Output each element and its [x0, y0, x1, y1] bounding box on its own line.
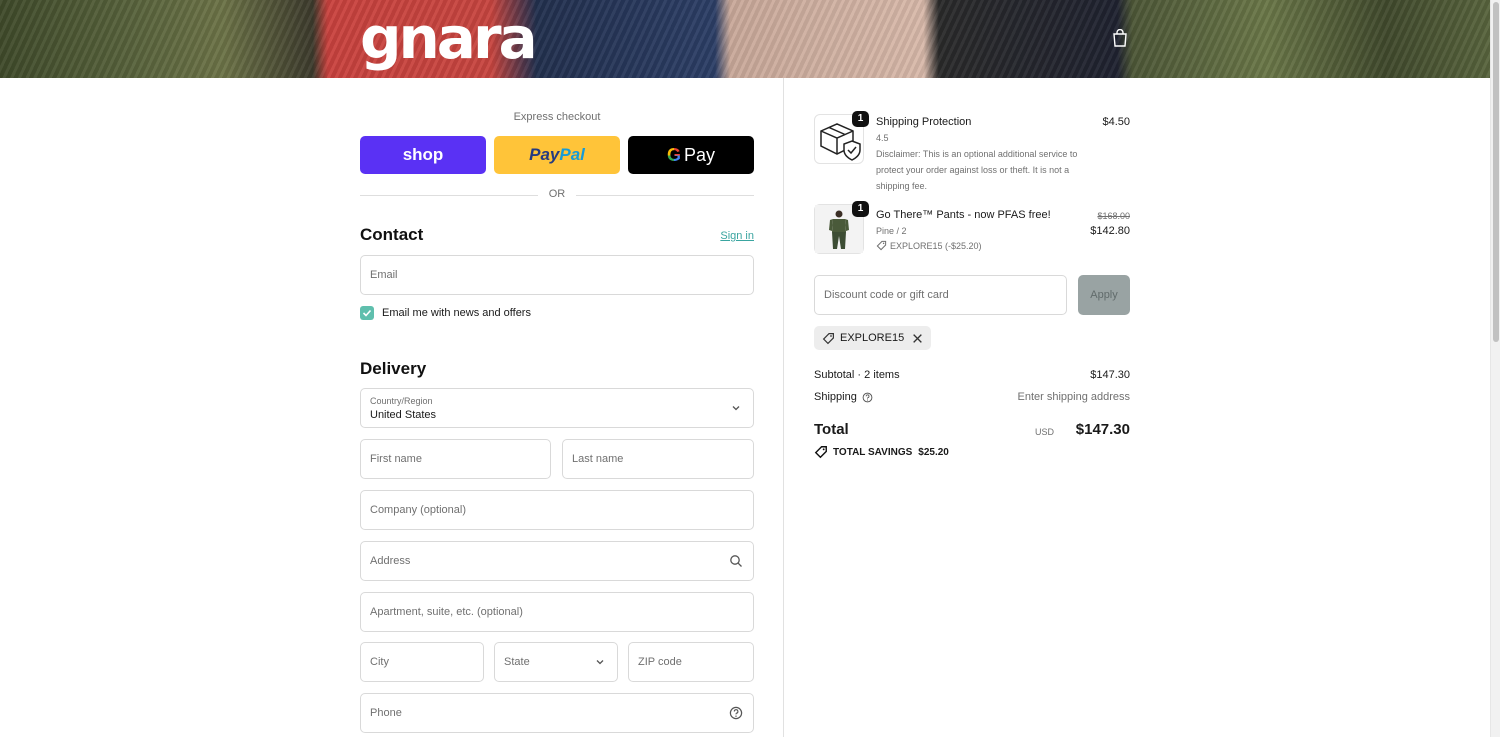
chevron-down-icon [732, 406, 740, 411]
remove-discount-button[interactable] [912, 333, 923, 344]
total-label: Total [814, 421, 849, 438]
savings-value: $25.20 [918, 446, 949, 458]
shipping-label: Shipping [814, 391, 857, 403]
express-checkout-label: Express checkout [513, 111, 601, 123]
email-placeholder: Email [370, 269, 398, 281]
sign-in-link[interactable]: Sign in [720, 230, 754, 242]
apartment-placeholder: Apartment, suite, etc. (optional) [370, 606, 523, 618]
phone-field[interactable]: Phone [360, 693, 754, 733]
page-scrollbar[interactable] [1490, 0, 1500, 737]
item-discount: EXPLORE15 (-$25.20) [876, 240, 982, 251]
column-divider [783, 78, 784, 737]
tag-icon [814, 446, 827, 459]
shop-pay-button[interactable]: shop [360, 136, 486, 174]
total-currency: USD [1034, 427, 1054, 437]
google-pay-label: Pay [683, 144, 716, 165]
item-name: Shipping Protection [876, 116, 972, 128]
country-value: United States [370, 409, 437, 421]
zip-placeholder: ZIP code [638, 656, 682, 668]
last-name-placeholder: Last name [572, 453, 624, 465]
google-pay-button[interactable]: G Pay [628, 136, 754, 174]
paypal-label-part1: Pay [529, 145, 560, 164]
or-line-right [576, 195, 754, 196]
apply-discount-button[interactable]: Apply [1078, 275, 1130, 315]
bag-icon[interactable] [1112, 29, 1128, 47]
item-price: $142.80 [1090, 225, 1130, 237]
quantity-badge: 1 [852, 111, 869, 127]
phone-placeholder: Phone [370, 707, 402, 719]
scrollbar-thumb[interactable] [1493, 2, 1499, 342]
help-icon[interactable] [729, 706, 743, 720]
newsletter-option: Email me with news and offers [360, 306, 531, 320]
first-name-field[interactable]: First name [360, 439, 551, 479]
newsletter-label: Email me with news and offers [382, 307, 531, 319]
state-placeholder: State [504, 656, 530, 668]
brand-logo[interactable]: gnara [360, 8, 538, 68]
applied-discount-chip: EXPLORE15 [814, 326, 932, 350]
paypal-label-part2: Pal [559, 145, 585, 164]
address-field[interactable]: Address [360, 541, 754, 581]
email-field[interactable]: Email [360, 255, 754, 295]
or-divider: OR [360, 188, 754, 202]
item-price: $4.50 [1102, 116, 1130, 128]
help-icon[interactable] [862, 392, 873, 403]
city-field[interactable]: City [360, 642, 484, 682]
item-description: Disclaimer: This is an optional addition… [876, 149, 1078, 191]
item-discount-label: EXPLORE15 (-$25.20) [890, 240, 982, 251]
country-select[interactable]: Country/Region United States [360, 388, 754, 428]
company-placeholder: Company (optional) [370, 504, 466, 516]
contact-heading: Contact [360, 225, 424, 244]
paypal-button[interactable]: Pay Pal [494, 136, 620, 174]
country-label: Country/Region [370, 396, 433, 406]
shipping-label-group: Shipping [814, 391, 873, 403]
tag-icon [876, 240, 887, 251]
google-g-icon: G [666, 144, 681, 165]
apartment-field[interactable]: Apartment, suite, etc. (optional) [360, 592, 754, 632]
state-select[interactable]: State [494, 642, 618, 682]
item-original-price: $168.00 [1097, 211, 1130, 221]
tag-icon [822, 332, 834, 344]
header-banner: gnara [0, 0, 1490, 78]
shop-pay-label: shop [402, 145, 444, 164]
chevron-down-icon [596, 660, 604, 665]
quantity-badge: 1 [852, 201, 869, 217]
company-field[interactable]: Company (optional) [360, 490, 754, 530]
banner-photo [0, 0, 1490, 78]
item-name: Go There™ Pants - now PFAS free! [876, 209, 1051, 221]
close-icon [913, 333, 923, 343]
shipping-value: Enter shipping address [1017, 391, 1130, 403]
first-name-placeholder: First name [370, 453, 422, 465]
last-name-field[interactable]: Last name [562, 439, 754, 479]
subtotal-label: Subtotal · 2 items [814, 369, 900, 381]
discount-code-placeholder: Discount code or gift card [824, 289, 949, 301]
item-variant: Pine / 2 [876, 226, 907, 236]
or-label: OR [548, 188, 566, 200]
item-variant: 4.5 [876, 133, 889, 143]
total-savings: TOTAL SAVINGS $25.20 [814, 445, 949, 459]
checkmark-icon [362, 309, 372, 317]
total-amount: $147.30 [1075, 421, 1130, 438]
search-icon [730, 555, 742, 567]
discount-code-field[interactable]: Discount code or gift card [814, 275, 1067, 315]
savings-label: TOTAL SAVINGS [833, 446, 913, 458]
address-placeholder: Address [370, 555, 411, 567]
zip-field[interactable]: ZIP code [628, 642, 754, 682]
delivery-heading: Delivery [360, 359, 427, 378]
newsletter-checkbox[interactable] [360, 306, 374, 320]
subtotal-value: $147.30 [1090, 369, 1130, 381]
city-placeholder: City [370, 656, 389, 668]
applied-code-label: EXPLORE15 [840, 332, 905, 344]
